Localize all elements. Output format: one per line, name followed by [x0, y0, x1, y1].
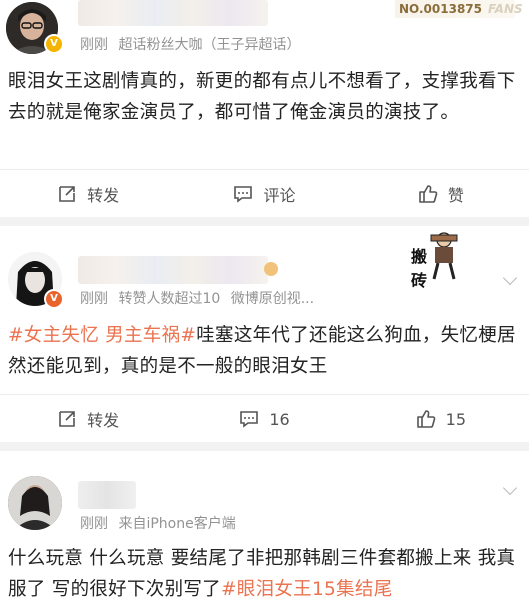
- post-separator: [0, 217, 529, 226]
- action-bar: 转发 评论 赞: [0, 169, 529, 218]
- like-button[interactable]: 赞: [353, 170, 529, 218]
- post-time: 刚刚: [80, 37, 108, 53]
- thumbs-up-icon: [416, 410, 436, 428]
- like-label: 赞: [447, 186, 464, 205]
- avatar-image: [8, 476, 62, 530]
- action-bar: 转发 16 15: [0, 394, 529, 443]
- username-badge-icon: [264, 262, 278, 276]
- post-2: V 搬砖 刚刚 转赞人数超过10 微博原创视... #女主失忆 男主车祸#哇塞这…: [0, 226, 529, 442]
- username-blurred[interactable]: [78, 481, 136, 509]
- repost-button[interactable]: 转发: [0, 170, 176, 218]
- avatar[interactable]: [8, 476, 62, 530]
- topic-link[interactable]: #女主失忆: [8, 325, 99, 346]
- comment-button[interactable]: 评论: [176, 170, 352, 218]
- username-blurred[interactable]: [78, 0, 268, 26]
- like-button[interactable]: 15: [353, 395, 529, 443]
- fans-label: FANS: [488, 2, 523, 16]
- repost-label: 转发: [87, 186, 120, 205]
- fans-badge[interactable]: NO.0013875 FANS: [395, 0, 523, 18]
- post-time: 刚刚: [80, 291, 108, 307]
- comment-count: 16: [269, 409, 290, 429]
- post-source[interactable]: 超话粉丝大咖（王子异超话）: [118, 37, 300, 53]
- repost-icon: [59, 411, 75, 427]
- post-meta: 刚刚 来自iPhone客户端: [80, 513, 242, 533]
- topic-link[interactable]: #眼泪女王15集结尾: [221, 579, 393, 600]
- post-1: V NO.0013875 FANS 刚刚 超话粉丝大咖（王子异超话） 眼泪女王这…: [0, 0, 529, 217]
- post-separator: [0, 442, 529, 451]
- verified-badge-icon: V: [44, 34, 64, 54]
- chevron-down-icon[interactable]: [502, 270, 518, 286]
- post-source[interactable]: 来自iPhone客户端: [118, 516, 235, 532]
- post-tag: 转赞人数超过10: [118, 291, 221, 307]
- repost-icon: [59, 186, 75, 202]
- post-time: 刚刚: [80, 516, 108, 532]
- repost-button[interactable]: 转发: [0, 395, 176, 443]
- fans-number: NO.0013875: [399, 2, 482, 16]
- post-text: #女主失忆 男主车祸#哇塞这年代了还能这么狗血，失忆梗居然还能见到，真的是不一般…: [8, 320, 519, 382]
- post-meta: 刚刚 超话粉丝大咖（王子异超话）: [80, 34, 306, 54]
- meme-sticker: 搬砖: [411, 231, 477, 290]
- post-source[interactable]: 微博原创视...: [231, 291, 314, 307]
- post-3: 刚刚 来自iPhone客户端 什么玩意 什么玩意 要结尾了非把那韩剧三件套都搬上…: [0, 451, 529, 611]
- verified-badge-icon: V: [44, 289, 64, 309]
- repost-label: 转发: [87, 411, 120, 430]
- comment-icon: [240, 411, 259, 428]
- chevron-down-icon[interactable]: [502, 480, 518, 496]
- comment-label: 评论: [263, 186, 296, 205]
- like-count: 15: [445, 409, 466, 429]
- post-text: 眼泪女王这剧情真的，新更的都有点儿不想看了，支撑我看下去的就是俺家金演员了，都可…: [8, 71, 516, 123]
- post-text: 什么玩意 什么玩意 要结尾了非把那韩剧三件套都搬上来 我真服了 写的很好下次别写…: [8, 543, 519, 605]
- meme-caption: 搬砖: [411, 247, 450, 290]
- post-meta: 刚刚 转赞人数超过10 微博原创视...: [80, 288, 320, 308]
- topic-link[interactable]: 男主车祸#: [105, 325, 196, 346]
- thumbs-up-icon: [419, 185, 438, 203]
- comment-icon: [234, 186, 253, 203]
- username-blurred[interactable]: [78, 256, 268, 284]
- comment-button[interactable]: 16: [176, 395, 352, 443]
